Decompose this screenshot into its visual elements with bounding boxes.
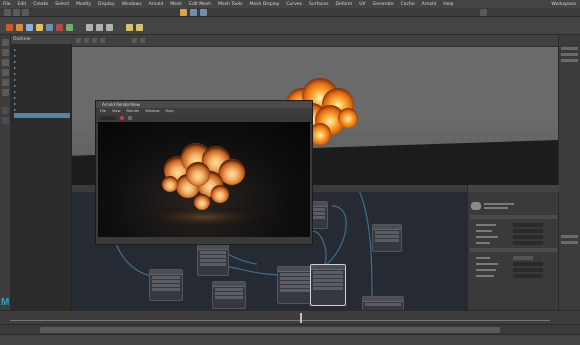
rotate-tool-icon[interactable] xyxy=(2,79,9,86)
render-settings-icon[interactable] xyxy=(200,9,207,16)
menu-item[interactable]: File xyxy=(3,2,11,7)
menu-item[interactable]: Display xyxy=(98,2,115,7)
render-image xyxy=(98,122,310,238)
channel-box xyxy=(558,35,580,310)
menu-item[interactable]: Arnold xyxy=(422,2,437,7)
attribute-editor xyxy=(467,185,559,310)
shelf-tool-icon[interactable] xyxy=(66,24,73,31)
menu-item[interactable]: Create xyxy=(33,2,48,7)
menu-item[interactable]: Surfaces xyxy=(309,2,329,7)
save-scene-icon[interactable] xyxy=(22,9,29,16)
selected-volume-node[interactable] xyxy=(310,264,346,306)
shelf-tool-icon[interactable] xyxy=(136,24,143,31)
menu-item[interactable]: Mesh Tools xyxy=(218,2,242,7)
outliner-row[interactable]: ▸ xyxy=(14,47,70,52)
stop-render-icon[interactable] xyxy=(120,116,124,120)
command-line[interactable] xyxy=(0,334,580,345)
shelf-tool-icon[interactable] xyxy=(6,24,13,31)
grid-icon[interactable] xyxy=(84,38,89,43)
menu-item[interactable]: Edit Mesh xyxy=(189,2,211,7)
open-scene-icon[interactable] xyxy=(13,9,20,16)
outliner-row[interactable]: ▸ xyxy=(14,65,70,70)
select-tool-icon[interactable] xyxy=(2,39,9,46)
outliner-row[interactable]: ▸ xyxy=(14,77,70,82)
main-menu-bar: File Edit Create Select Modify Display Windows… xyxy=(0,0,580,8)
shelf-tool-icon[interactable] xyxy=(56,24,63,31)
outliner-row[interactable]: ▸ xyxy=(14,53,70,58)
menu-item[interactable]: UV xyxy=(359,2,365,7)
shelf-tool-icon[interactable] xyxy=(46,24,53,31)
outliner-row[interactable]: ▸ xyxy=(14,71,70,76)
outliner-row[interactable]: ▸ xyxy=(14,101,70,106)
shelf xyxy=(0,17,580,35)
time-slider[interactable] xyxy=(0,310,580,324)
menu-item[interactable]: Help xyxy=(443,2,453,7)
outliner-title: Outliner xyxy=(11,35,72,44)
outliner-row[interactable]: ▸ xyxy=(14,95,70,100)
shader-node[interactable] xyxy=(197,244,229,276)
wireframe-icon[interactable] xyxy=(92,38,97,43)
shader-node[interactable] xyxy=(149,269,183,301)
render-status-bar xyxy=(96,237,312,244)
shelf-tool-icon[interactable] xyxy=(96,24,103,31)
outliner-panel: Outliner ▸ ▸ ▸ ▸ ▸ ▸ ▸ ▸ ▸ ▸ ▸ xyxy=(11,35,72,310)
outliner-row[interactable]: ▸ xyxy=(14,83,70,88)
maya-logo-icon: M xyxy=(1,297,10,308)
shelf-tool-icon[interactable] xyxy=(126,24,133,31)
viewport-toolbar xyxy=(72,35,558,47)
menu-item[interactable]: Cache xyxy=(401,2,415,7)
render-icon[interactable] xyxy=(180,9,187,16)
shader-node[interactable] xyxy=(212,281,246,309)
menu-item[interactable]: Generate xyxy=(373,2,394,7)
rendered-explosion xyxy=(134,142,274,229)
menu-item[interactable]: Edit xyxy=(18,2,27,7)
paint-tool-icon[interactable] xyxy=(2,59,9,66)
new-scene-icon[interactable] xyxy=(4,9,11,16)
outliner-row[interactable]: ▸ xyxy=(14,59,70,64)
layout-icon[interactable] xyxy=(2,117,9,124)
shelf-tool-icon[interactable] xyxy=(106,24,113,31)
menu-item[interactable]: Curves xyxy=(286,2,302,7)
layout-icon[interactable] xyxy=(2,107,9,114)
shadow-icon[interactable] xyxy=(140,38,145,43)
toolbox xyxy=(0,35,11,310)
move-tool-icon[interactable] xyxy=(2,69,9,76)
menu-item[interactable]: Deform xyxy=(336,2,353,7)
camera-dropdown[interactable] xyxy=(100,116,116,120)
shader-node[interactable] xyxy=(277,266,313,304)
outliner-row-selected[interactable] xyxy=(14,113,70,118)
render-icon[interactable] xyxy=(128,116,132,120)
camera-icon[interactable] xyxy=(76,38,81,43)
shelf-tool-icon[interactable] xyxy=(26,24,33,31)
shelf-tool-icon[interactable] xyxy=(86,24,93,31)
menu-item[interactable]: Windows xyxy=(122,2,142,7)
menu-item[interactable]: Mesh xyxy=(170,2,182,7)
range-slider[interactable] xyxy=(0,324,580,334)
render-view-window[interactable]: Arnold RenderView File View Render Window He… xyxy=(95,100,313,245)
outliner-row[interactable]: ▸ xyxy=(14,107,70,112)
lighting-icon[interactable] xyxy=(132,38,137,43)
ipr-render-icon[interactable] xyxy=(190,9,197,16)
workspace-selector[interactable]: Workspace xyxy=(551,2,576,7)
sign-in-icon[interactable] xyxy=(480,9,487,16)
scale-tool-icon[interactable] xyxy=(2,89,9,96)
menu-item[interactable]: Modify xyxy=(76,2,91,7)
lasso-tool-icon[interactable] xyxy=(2,49,9,56)
shaded-icon[interactable] xyxy=(100,38,105,43)
shelf-tool-icon[interactable] xyxy=(16,24,23,31)
menu-item[interactable]: Mesh Display xyxy=(250,2,280,7)
current-frame-marker[interactable] xyxy=(300,313,302,323)
status-line xyxy=(0,8,580,17)
outliner-row[interactable]: ▸ xyxy=(14,89,70,94)
shelf-tool-icon[interactable] xyxy=(36,24,43,31)
render-view-title: Arnold RenderView xyxy=(96,101,312,108)
menu-item[interactable]: Arnold xyxy=(149,2,164,7)
cloud-icon xyxy=(471,202,481,210)
shader-node[interactable] xyxy=(372,224,402,252)
menu-item[interactable]: Select xyxy=(55,2,69,7)
